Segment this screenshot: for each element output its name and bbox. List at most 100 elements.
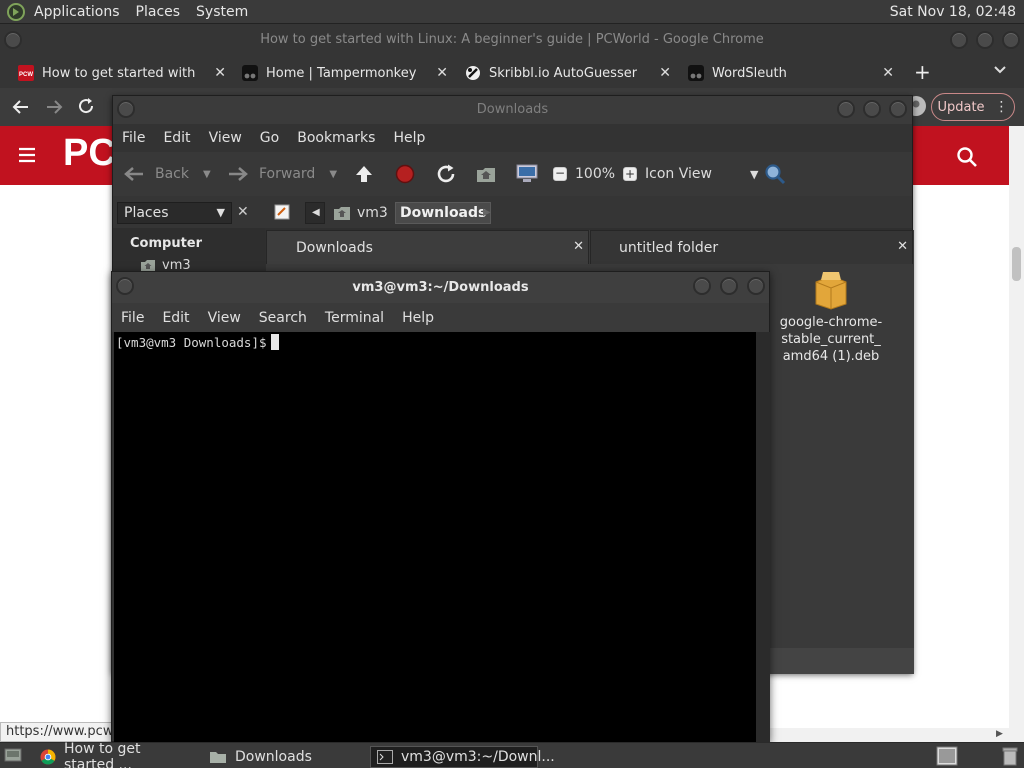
menu-help[interactable]: Help — [393, 310, 443, 326]
menu-go[interactable]: Go — [251, 130, 288, 146]
file-manager-titlebar[interactable]: Downloads — [113, 96, 912, 124]
taskbar-item-terminal[interactable]: vm3@vm3:~/Downl... — [370, 746, 555, 768]
chrome-tab[interactable]: Skribbl.io AutoGuesser ✕ — [465, 58, 675, 88]
zoom-out-icon[interactable]: − — [553, 167, 567, 181]
taskbar-item-downloads[interactable]: Downloads — [203, 746, 368, 768]
path-left-arrow-icon[interactable]: ◀ — [305, 202, 325, 224]
zoom-control[interactable]: − 100% + — [553, 152, 638, 196]
path-right-arrow-icon[interactable]: ▶ — [483, 207, 491, 218]
close-tab-icon[interactable]: ✕ — [214, 65, 226, 81]
terminal-output[interactable]: [vm3@vm3 Downloads]$ — [114, 332, 756, 743]
sidebar-mode-select[interactable]: Places ▼ — [117, 202, 232, 224]
tab-downloads[interactable]: Downloads ✕ — [266, 230, 589, 264]
panel-menu-places[interactable]: Places — [128, 4, 189, 20]
panel-menu-system[interactable]: System — [188, 4, 256, 20]
close-tab-icon[interactable]: ✕ — [897, 239, 908, 254]
view-mode-select[interactable]: Icon View ▼ — [645, 152, 758, 196]
forward-history-chevron-icon[interactable]: ▼ — [329, 169, 337, 180]
close-button[interactable] — [889, 100, 907, 118]
taskbar-item-label: vm3@vm3:~/Downl... — [401, 749, 555, 765]
minimize-button[interactable] — [693, 277, 711, 295]
update-button[interactable]: Update ⋮ — [931, 93, 1015, 121]
maximize-button[interactable] — [720, 277, 738, 295]
search-icon — [763, 162, 787, 186]
stop-button[interactable] — [395, 152, 415, 196]
chrome-titlebar[interactable]: How to get started with Linux: A beginne… — [0, 24, 1024, 56]
up-arrow-icon — [353, 163, 375, 185]
zoom-level[interactable]: 100% — [575, 166, 615, 182]
terminal-titlebar[interactable]: vm3@vm3:~/Downloads — [112, 272, 769, 303]
scroll-right-icon[interactable]: ▶ — [996, 729, 1003, 739]
menu-edit[interactable]: Edit — [153, 310, 198, 326]
reload-button[interactable] — [435, 152, 457, 196]
terminal-icon — [377, 750, 393, 764]
maximize-button[interactable] — [863, 100, 881, 118]
panel-menu-applications[interactable]: Applications — [26, 4, 128, 20]
search-button[interactable] — [763, 152, 787, 196]
trash-icon[interactable] — [1000, 746, 1020, 766]
tab-untitled-folder[interactable]: untitled folder ✕ — [590, 230, 913, 264]
update-label: Update — [937, 99, 985, 115]
menu-view[interactable]: View — [199, 310, 250, 326]
menu-terminal[interactable]: Terminal — [316, 310, 393, 326]
forward-arrow-icon[interactable] — [45, 98, 63, 116]
zoom-in-icon[interactable]: + — [623, 167, 638, 181]
close-tab-icon[interactable]: ✕ — [436, 65, 448, 81]
taskbar-item-chrome[interactable]: How to get started ... — [34, 741, 199, 768]
menu-file[interactable]: File — [112, 310, 153, 326]
back-button[interactable]: Back ▼ — [123, 152, 211, 196]
toggle-location-entry-icon[interactable] — [273, 203, 291, 221]
tab-title: How to get started with Linux: A beginne… — [42, 65, 197, 81]
menu-bookmarks[interactable]: Bookmarks — [288, 130, 384, 146]
page-scrollbar[interactable] — [1009, 126, 1024, 742]
chrome-tab[interactable]: Home | Tampermonkey ✕ — [242, 58, 452, 88]
menu-view[interactable]: View — [200, 130, 251, 146]
home-button[interactable] — [475, 152, 497, 196]
file-manager-menubar: File Edit View Go Bookmarks Help — [113, 124, 912, 152]
distro-logo-icon[interactable] — [6, 2, 26, 22]
back-history-chevron-icon[interactable]: ▼ — [203, 169, 211, 180]
terminal-window[interactable]: vm3@vm3:~/Downloads File Edit View Searc… — [111, 271, 770, 743]
site-search-icon[interactable] — [956, 146, 978, 168]
back-arrow-icon[interactable] — [12, 98, 30, 116]
close-tab-icon[interactable]: ✕ — [882, 65, 894, 81]
hamburger-menu-icon[interactable] — [17, 146, 37, 164]
up-button[interactable] — [353, 152, 375, 196]
close-button[interactable] — [1002, 31, 1020, 49]
chrome-tab[interactable]: WordSleuth ✕ — [688, 58, 898, 88]
close-sidebar-icon[interactable]: ✕ — [237, 204, 249, 220]
terminal-scrollbar[interactable] — [756, 332, 770, 743]
page-scrollbar-thumb[interactable] — [1012, 247, 1021, 281]
workspace-switcher-icon[interactable] — [936, 746, 958, 766]
tab-search-chevron-icon[interactable] — [993, 62, 1007, 76]
path-button-home[interactable]: vm3 — [333, 202, 388, 224]
menu-file[interactable]: File — [113, 130, 154, 146]
close-tab-icon[interactable]: ✕ — [659, 65, 671, 81]
show-desktop-icon[interactable] — [4, 747, 22, 763]
more-menu-icon[interactable]: ⋮ — [995, 99, 1009, 115]
close-button[interactable] — [747, 277, 765, 295]
computer-button[interactable] — [515, 152, 539, 196]
minimize-button[interactable] — [837, 100, 855, 118]
reload-icon[interactable] — [77, 97, 95, 115]
close-tab-icon[interactable]: ✕ — [573, 239, 584, 254]
chrome-tab[interactable]: PCW How to get started with Linux: A beg… — [18, 58, 230, 88]
menu-edit[interactable]: Edit — [154, 130, 199, 146]
path-button-current[interactable]: Downloads — [395, 202, 492, 224]
taskbar-item-label: How to get started ... — [64, 741, 141, 768]
menu-search[interactable]: Search — [250, 310, 316, 326]
maximize-button[interactable] — [976, 31, 994, 49]
tab-title: WordSleuth — [712, 65, 787, 81]
home-folder-icon — [475, 164, 497, 184]
view-mode-chevron-icon[interactable]: ▼ — [750, 168, 758, 181]
minimize-button[interactable] — [950, 31, 968, 49]
forward-label: Forward — [259, 166, 316, 182]
file-item[interactable]: google-chrome- stable_current_ amd64 (1)… — [766, 270, 896, 365]
shell-prompt: [vm3@vm3 Downloads]$ — [116, 335, 267, 350]
taskbar-item-label: Downloads — [235, 749, 312, 765]
new-tab-button[interactable]: + — [914, 60, 931, 84]
forward-button[interactable]: Forward ▼ — [227, 152, 337, 196]
panel-clock[interactable]: Sat Nov 18, 02:48 — [890, 4, 1016, 20]
menu-help[interactable]: Help — [384, 130, 434, 146]
horizontal-scrollbar[interactable]: ▶ — [770, 728, 1009, 742]
